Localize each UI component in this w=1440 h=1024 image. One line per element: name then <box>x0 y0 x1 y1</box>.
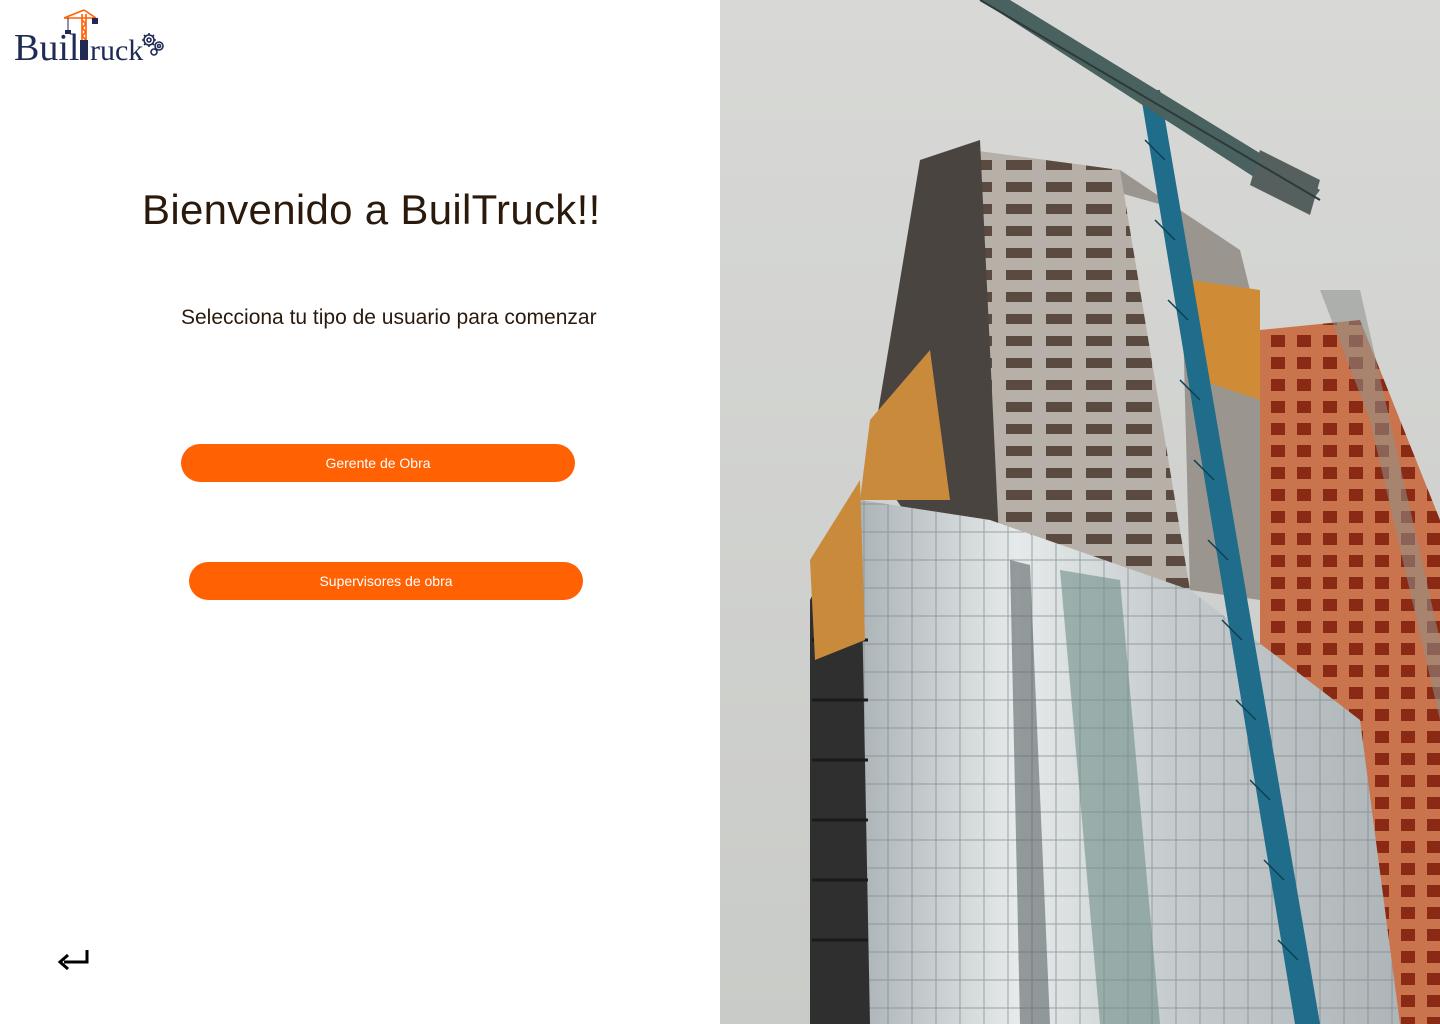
welcome-title: Bienvenido a BuilTruck!! <box>142 186 601 233</box>
return-arrow-icon[interactable] <box>56 944 92 974</box>
builtruck-logo[interactable]: Buil ruck <box>14 8 166 66</box>
logo-text-right: ruck <box>90 34 143 66</box>
hero-image-panel <box>720 0 1440 1024</box>
gerente-de-obra-button[interactable]: Gerente de Obra <box>181 444 575 482</box>
logo-text-left: Buil <box>14 27 79 66</box>
gear-icon <box>142 33 164 56</box>
supervisores-de-obra-button[interactable]: Supervisores de obra <box>189 562 583 600</box>
welcome-subtitle: Selecciona tu tipo de usuario para comen… <box>181 306 597 329</box>
construction-building-photo <box>720 0 1440 1024</box>
left-panel: Buil ruck Bienvenido a BuilTruck!! Selec… <box>0 0 720 1024</box>
